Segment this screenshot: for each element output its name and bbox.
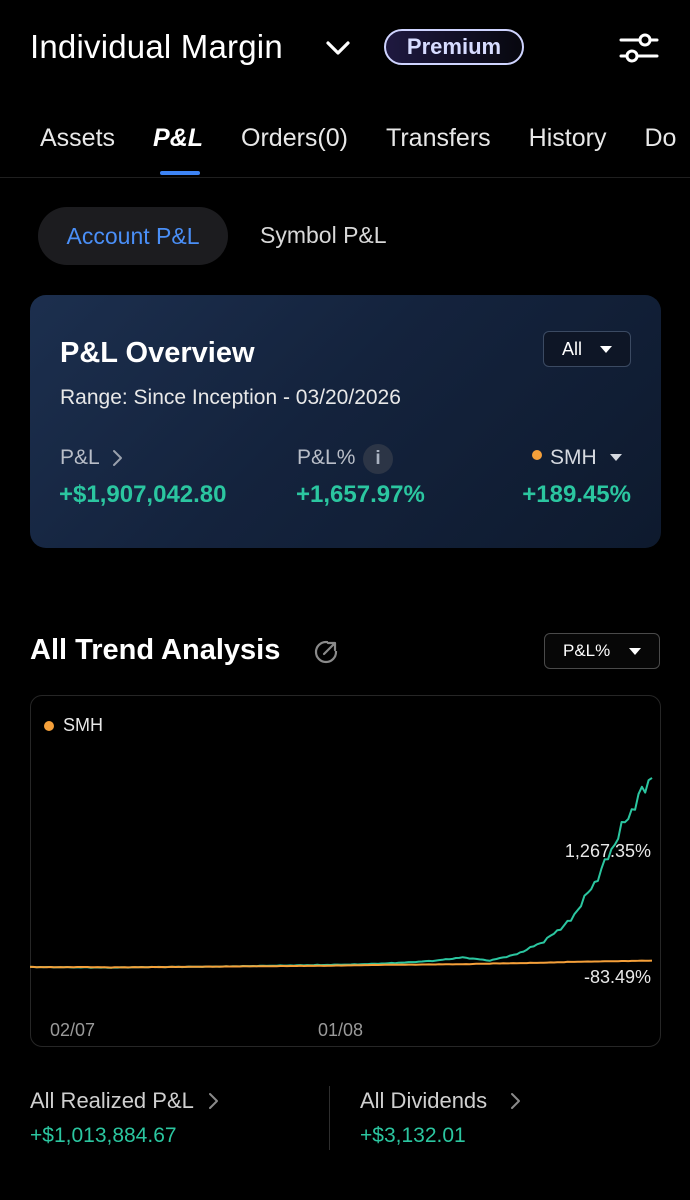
benchmark-dot-icon: [532, 450, 542, 460]
range-dropdown-label: All: [562, 338, 583, 359]
x-tick-label: 02/07: [50, 1020, 95, 1040]
realized-pl-label-text: All Realized P&L: [30, 1088, 194, 1113]
legend-dot-icon: [44, 721, 54, 731]
legend-benchmark: SMH: [63, 715, 103, 735]
share-icon[interactable]: [313, 639, 339, 665]
range-text: Range: Since Inception - 03/20/2026: [60, 386, 401, 409]
pl-value: +$1,907,042.80: [59, 481, 227, 508]
chevron-right-icon[interactable]: [111, 449, 123, 467]
subtab-symbol-pl[interactable]: Symbol P&L: [260, 222, 387, 249]
pl-label-text: P&L: [60, 446, 100, 469]
chevron-down-icon[interactable]: [324, 36, 352, 60]
caret-down-icon: [600, 346, 612, 353]
metric-dropdown-label: P&L%: [563, 641, 611, 660]
premium-badge[interactable]: Premium: [384, 29, 524, 65]
account-title[interactable]: Individual Margin: [30, 28, 283, 66]
account-end-label: 1,267.35%: [565, 841, 651, 861]
tab-history[interactable]: History: [529, 124, 607, 164]
stats-divider: [329, 1086, 330, 1150]
card-title: P&L Overview: [60, 337, 255, 369]
trend-title: All Trend Analysis: [30, 634, 281, 666]
range-dropdown[interactable]: All: [543, 331, 631, 367]
tab-pl[interactable]: P&L: [153, 124, 203, 164]
realized-pl-value: +$1,013,884.67: [30, 1124, 177, 1147]
sliders-icon[interactable]: [618, 30, 660, 66]
tab-assets[interactable]: Assets: [40, 124, 115, 164]
benchmark-end-label: -83.49%: [584, 967, 651, 987]
tab-documents[interactable]: Do: [644, 124, 676, 164]
chevron-right-icon[interactable]: [207, 1092, 219, 1110]
realized-pl-label[interactable]: All Realized P&L: [30, 1088, 194, 1114]
x-tick-label: 01/08: [318, 1020, 363, 1040]
benchmark-label[interactable]: SMH: [550, 446, 597, 470]
subtab-account-pl[interactable]: Account P&L: [38, 207, 228, 265]
dividends-value: +$3,132.01: [360, 1124, 466, 1147]
plpct-value: +1,657.97%: [296, 481, 425, 508]
dividends-label-text: All Dividends: [360, 1088, 488, 1113]
trend-chart: SMH 1,267.35% -83.49% 02/07 01/08: [30, 715, 653, 1040]
dividends-label[interactable]: All Dividends: [360, 1088, 487, 1114]
chevron-right-icon[interactable]: [509, 1092, 521, 1110]
metric-dropdown[interactable]: P&L%: [544, 633, 660, 669]
info-icon[interactable]: i: [363, 444, 393, 474]
pl-label[interactable]: P&L: [60, 446, 100, 470]
plpct-label: P&L%: [297, 446, 356, 469]
active-tab-indicator: [160, 171, 200, 175]
tabs-divider: [0, 177, 690, 178]
tab-orders[interactable]: Orders(0): [241, 124, 348, 164]
tab-transfers[interactable]: Transfers: [386, 124, 491, 164]
caret-down-icon[interactable]: [610, 454, 622, 461]
caret-down-icon: [629, 648, 641, 655]
account-series-line: [30, 777, 653, 969]
benchmark-value: +189.45%: [522, 481, 631, 508]
main-tabs: Assets P&L Orders(0) Transfers History D…: [40, 124, 690, 164]
